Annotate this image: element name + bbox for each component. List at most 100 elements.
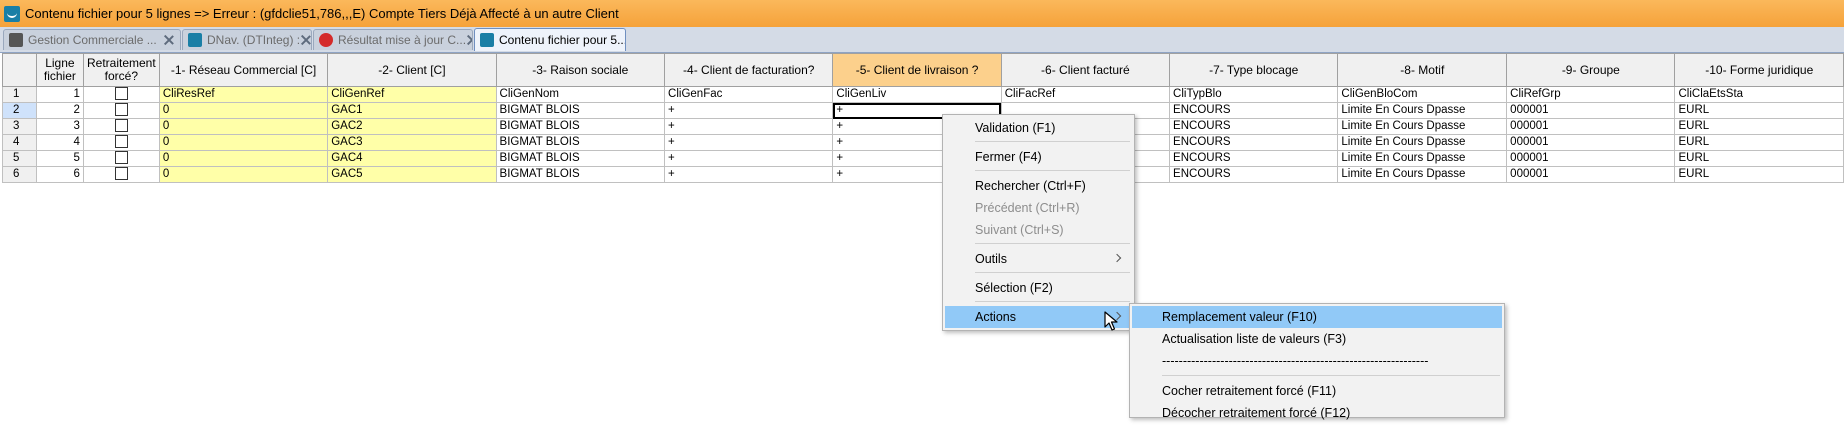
row-number-cell[interactable]: 1 xyxy=(2,86,37,103)
close-icon[interactable] xyxy=(300,34,311,46)
grid-cell[interactable]: 000001 xyxy=(1506,118,1676,135)
table-row[interactable]: 2 2 0 GAC1 BIGMAT BLOIS + + ENCOURS Limite En Co… xyxy=(2,102,1844,119)
row-number-cell[interactable]: 3 xyxy=(2,118,37,135)
table-row[interactable]: 4 4 0 GAC3 BIGMAT BLOIS + + ENCOURS Limite En Co… xyxy=(2,134,1844,151)
header-client[interactable]: -2- Client [C] xyxy=(327,53,497,87)
row-number-cell[interactable]: 4 xyxy=(2,134,37,151)
header-raison-sociale[interactable]: -3- Raison sociale xyxy=(495,53,666,87)
submenu-item-decocher-retraitement[interactable]: Décocher retraitement forcé (F12) xyxy=(1132,402,1502,424)
grid-cell[interactable]: CliGenFac xyxy=(664,86,834,103)
grid-cell[interactable]: 0 xyxy=(158,102,329,119)
grid-cell[interactable]: Limite En Cours Dpasse xyxy=(1337,118,1508,135)
grid-cell[interactable]: BIGMAT BLOIS xyxy=(495,150,666,167)
row-number-cell[interactable]: 2 xyxy=(2,102,37,119)
corner-cell[interactable] xyxy=(2,53,37,87)
retraitement-checkbox[interactable] xyxy=(114,135,128,149)
tab-contenu-fichier[interactable]: Contenu fichier pour 5... xyxy=(474,28,626,51)
grid-cell[interactable]: BIGMAT BLOIS xyxy=(495,166,666,183)
grid-cell[interactable]: EURL xyxy=(1674,118,1844,135)
submenu-item-actualisation-liste[interactable]: Actualisation liste de valeurs (F3) xyxy=(1132,328,1502,350)
grid-cell[interactable]: EURL xyxy=(1674,166,1844,183)
grid-cell[interactable]: 000001 xyxy=(1506,102,1676,119)
header-groupe[interactable]: -9- Groupe xyxy=(1506,53,1676,87)
menu-item-rechercher[interactable]: Rechercher (Ctrl+F) xyxy=(945,175,1132,197)
table-row[interactable]: 1 1 CliResRef CliGenRef CliGenNom CliGenFac Cl… xyxy=(2,86,1844,103)
tab-gestion-commerciale[interactable]: Gestion Commerciale ... xyxy=(3,29,181,50)
header-retraitement-force[interactable]: Retraitement forcé? xyxy=(82,53,160,87)
grid-cell[interactable]: CliGenRef xyxy=(327,86,497,103)
menu-item-validation[interactable]: Validation (F1) xyxy=(945,117,1132,139)
grid-cell[interactable]: CliResRef xyxy=(158,86,329,103)
grid-cell[interactable]: Limite En Cours Dpasse xyxy=(1337,150,1508,167)
grid-cell[interactable]: + xyxy=(664,102,834,119)
grid-cell[interactable]: CliRefGrp xyxy=(1506,86,1676,103)
close-icon[interactable] xyxy=(466,34,472,46)
header-motif[interactable]: -8- Motif xyxy=(1337,53,1508,87)
grid-cell[interactable]: ENCOURS xyxy=(1169,134,1339,151)
grid-cell[interactable]: 0 xyxy=(158,118,329,135)
tab-dnav[interactable]: DNav. (DTInteg) : xyxy=(182,29,312,50)
grid-cell[interactable]: Limite En Cours Dpasse xyxy=(1337,166,1508,183)
grid-cell[interactable]: GAC4 xyxy=(327,150,497,167)
header-ligne-fichier[interactable]: Ligne fichier xyxy=(35,53,84,87)
grid-cell[interactable]: GAC5 xyxy=(327,166,497,183)
grid-cell[interactable]: + xyxy=(664,150,834,167)
row-number-cell[interactable]: 5 xyxy=(2,150,37,167)
grid-cell[interactable]: EURL xyxy=(1674,102,1844,119)
header-client-livraison[interactable]: -5- Client de livraison ? xyxy=(832,53,1002,87)
grid-cell[interactable]: + xyxy=(664,166,834,183)
grid-cell[interactable]: ENCOURS xyxy=(1169,102,1339,119)
grid-cell[interactable]: 000001 xyxy=(1506,166,1676,183)
grid-cell[interactable]: CliClaEtsSta xyxy=(1674,86,1844,103)
grid-cell[interactable]: Limite En Cours Dpasse xyxy=(1337,102,1508,119)
menu-item-outils[interactable]: Outils xyxy=(945,248,1132,270)
grid-cell[interactable]: CliFacRef xyxy=(1000,86,1171,103)
table-row[interactable]: 3 3 0 GAC2 BIGMAT BLOIS + + ENCOURS Limite En Co… xyxy=(2,118,1844,135)
grid-cell[interactable]: EURL xyxy=(1674,134,1844,151)
grid-cell[interactable]: + xyxy=(664,118,834,135)
retraitement-checkbox[interactable] xyxy=(114,167,128,181)
grid-cell[interactable]: ENCOURS xyxy=(1169,150,1339,167)
menu-item-label: Remplacement valeur (F10) xyxy=(1162,310,1317,324)
grid-cell[interactable]: + xyxy=(664,134,834,151)
header-forme-juridique[interactable]: -10- Forme juridique xyxy=(1674,53,1844,87)
grid-cell[interactable]: BIGMAT BLOIS xyxy=(495,134,666,151)
data-grid[interactable]: Ligne fichier Retraitement forcé? -1- Ré… xyxy=(2,53,1844,183)
retraitement-checkbox[interactable] xyxy=(114,151,128,165)
retraitement-checkbox[interactable] xyxy=(114,103,128,117)
grid-cell[interactable]: GAC1 xyxy=(327,102,497,119)
header-reseau-commercial[interactable]: -1- Réseau Commercial [C] xyxy=(158,53,329,87)
tab-resultat-mise-a-jour[interactable]: Résultat mise à jour C... xyxy=(313,29,473,50)
grid-cell[interactable]: 0 xyxy=(158,166,329,183)
grid-cell[interactable]: CliGenNom xyxy=(495,86,666,103)
grid-cell[interactable]: CliGenBloCom xyxy=(1337,86,1508,103)
retraitement-checkbox[interactable] xyxy=(114,87,128,101)
grid-cell[interactable]: 0 xyxy=(158,134,329,151)
table-row[interactable]: 6 6 0 GAC5 BIGMAT BLOIS + + ENCOURS Limite En Co… xyxy=(2,166,1844,183)
menu-item-fermer[interactable]: Fermer (F4) xyxy=(945,146,1132,168)
submenu-item-cocher-retraitement[interactable]: Cocher retraitement forcé (F11) xyxy=(1132,380,1502,402)
menu-item-selection[interactable]: Sélection (F2) xyxy=(945,277,1132,299)
submenu-item-remplacement-valeur[interactable]: Remplacement valeur (F10) xyxy=(1132,306,1502,328)
grid-cell[interactable]: CliGenLiv xyxy=(832,86,1002,103)
row-number-cell[interactable]: 6 xyxy=(2,166,37,183)
grid-cell[interactable]: 0 xyxy=(158,150,329,167)
grid-cell[interactable]: 000001 xyxy=(1506,150,1676,167)
grid-cell[interactable]: 000001 xyxy=(1506,134,1676,151)
retraitement-cell xyxy=(82,102,160,119)
header-type-blocage[interactable]: -7- Type blocage xyxy=(1169,53,1339,87)
header-client-facture[interactable]: -6- Client facturé xyxy=(1000,53,1171,87)
grid-cell[interactable]: GAC3 xyxy=(327,134,497,151)
grid-cell[interactable]: GAC2 xyxy=(327,118,497,135)
grid-cell[interactable]: BIGMAT BLOIS xyxy=(495,118,666,135)
grid-cell[interactable]: CliTypBlo xyxy=(1169,86,1339,103)
grid-cell[interactable]: Limite En Cours Dpasse xyxy=(1337,134,1508,151)
retraitement-checkbox[interactable] xyxy=(114,119,128,133)
grid-cell[interactable]: ENCOURS xyxy=(1169,166,1339,183)
table-row[interactable]: 5 5 0 GAC4 BIGMAT BLOIS + + ENCOURS Limite En Co… xyxy=(2,150,1844,167)
grid-cell[interactable]: EURL xyxy=(1674,150,1844,167)
close-icon[interactable] xyxy=(163,34,175,46)
grid-cell[interactable]: BIGMAT BLOIS xyxy=(495,102,666,119)
header-client-facturation[interactable]: -4- Client de facturation? xyxy=(664,53,834,87)
grid-cell[interactable]: ENCOURS xyxy=(1169,118,1339,135)
